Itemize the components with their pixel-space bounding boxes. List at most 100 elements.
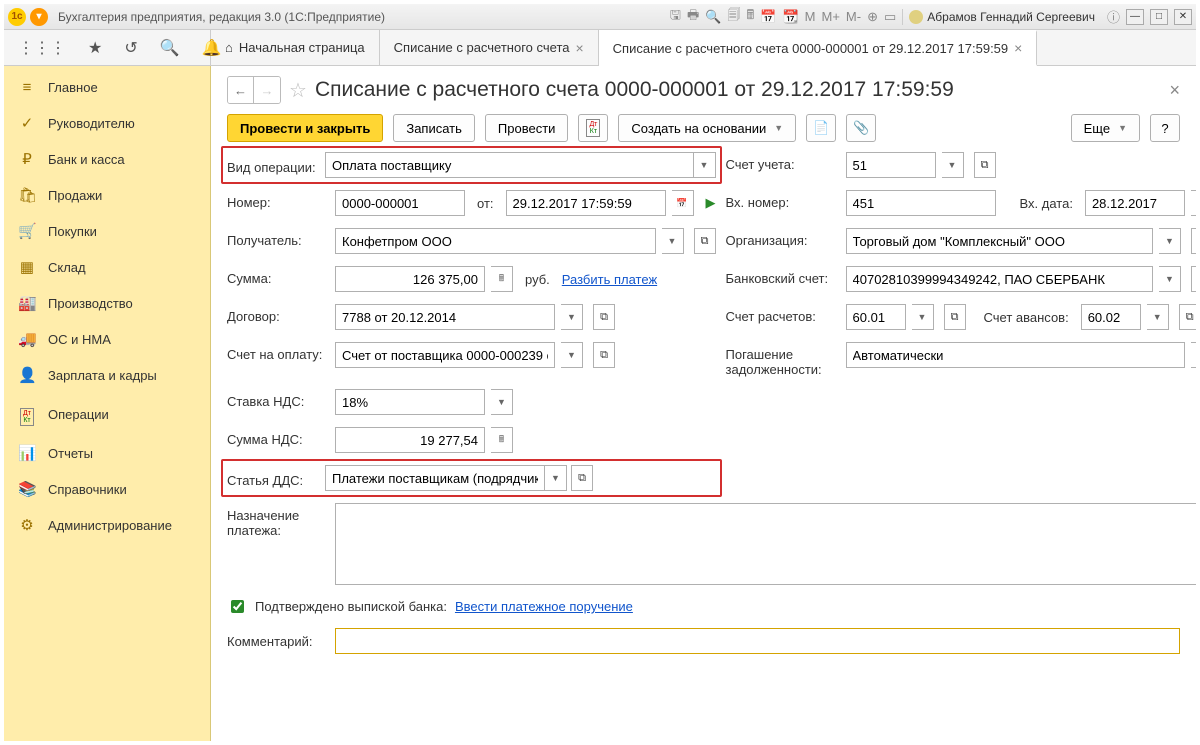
close-tab-icon[interactable]: × bbox=[1014, 40, 1022, 56]
calendar-button[interactable]: 📅 bbox=[672, 190, 694, 216]
sidebar-item-warehouse[interactable]: ▦Склад bbox=[4, 249, 210, 285]
recipient-dropdown[interactable]: ▼ bbox=[662, 228, 684, 254]
print-icon[interactable]: 🖶 bbox=[687, 6, 699, 28]
m-icon[interactable]: M bbox=[805, 9, 816, 24]
ext-date-input[interactable] bbox=[1085, 190, 1185, 216]
info-icon[interactable]: ⓘ bbox=[1107, 7, 1120, 26]
dtkt-button[interactable]: ДтКт bbox=[578, 114, 608, 142]
number-input[interactable] bbox=[335, 190, 465, 216]
post-button[interactable]: Провести bbox=[485, 114, 569, 142]
advance-dropdown[interactable]: ▼ bbox=[1147, 304, 1169, 330]
sidebar-item-operations[interactable]: ДтКтОперации bbox=[4, 393, 210, 435]
amount-calc[interactable]: 🖩 bbox=[491, 266, 513, 292]
date-icon[interactable]: 📆 bbox=[782, 9, 798, 25]
apps-icon[interactable]: ⋮⋮⋮ bbox=[18, 38, 66, 58]
account-open[interactable]: ⧉ bbox=[974, 152, 996, 178]
invoice-open[interactable]: ⧉ bbox=[593, 342, 615, 368]
ext-date-calendar[interactable]: 📅 bbox=[1191, 190, 1196, 216]
favorite-star-icon[interactable]: ☆ bbox=[289, 78, 307, 103]
ext-number-input[interactable] bbox=[846, 190, 996, 216]
dds-input[interactable] bbox=[325, 465, 545, 491]
sidebar-item-manager[interactable]: ✓Руководителю bbox=[4, 105, 210, 141]
account-input[interactable] bbox=[846, 152, 936, 178]
create-based-button[interactable]: Создать на основании▼ bbox=[618, 114, 796, 142]
dropdown-icon[interactable]: ▾ bbox=[30, 8, 48, 26]
sidebar-item-bank[interactable]: ₽Банк и касса bbox=[4, 141, 210, 177]
sidebar-item-catalogs[interactable]: 📚Справочники bbox=[4, 471, 210, 507]
sidebar-item-reports[interactable]: 📊Отчеты bbox=[4, 435, 210, 471]
save-button[interactable]: Записать bbox=[393, 114, 475, 142]
contract-input[interactable] bbox=[335, 304, 555, 330]
preview-icon[interactable]: 🔍 bbox=[705, 9, 721, 25]
sidebar-item-main[interactable]: ≡Главное bbox=[4, 70, 210, 105]
settlement-open[interactable]: ⧉ bbox=[944, 304, 966, 330]
tab-doc-list[interactable]: Списание с расчетного счета × bbox=[380, 30, 599, 65]
m-plus-icon[interactable]: M+ bbox=[821, 9, 839, 24]
contract-dropdown[interactable]: ▼ bbox=[561, 304, 583, 330]
vat-rate-dropdown[interactable]: ▼ bbox=[491, 389, 513, 415]
tab-home[interactable]: ⌂ Начальная страница bbox=[211, 30, 380, 65]
nav-forward-button[interactable]: → bbox=[254, 77, 280, 103]
purpose-textarea[interactable] bbox=[335, 503, 1196, 585]
settlement-input[interactable] bbox=[846, 304, 906, 330]
organization-open[interactable]: ⧉ bbox=[1191, 228, 1196, 254]
m-minus-icon[interactable]: M- bbox=[846, 9, 861, 24]
organization-input[interactable] bbox=[846, 228, 1153, 254]
save-icon[interactable]: 🖫 bbox=[670, 6, 681, 28]
sidebar-item-payroll[interactable]: 👤Зарплата и кадры bbox=[4, 357, 210, 393]
vat-sum-input[interactable] bbox=[335, 427, 485, 453]
minimize-button[interactable]: — bbox=[1126, 9, 1144, 25]
date-input[interactable] bbox=[506, 190, 666, 216]
zoom-icon[interactable]: ⊕ bbox=[867, 9, 878, 25]
comment-input[interactable] bbox=[336, 629, 1179, 653]
compare-icon[interactable]: 🗐 bbox=[727, 6, 740, 28]
star-icon[interactable]: ★ bbox=[88, 38, 102, 58]
organization-dropdown[interactable]: ▼ bbox=[1159, 228, 1181, 254]
advance-open[interactable]: ⧉ bbox=[1179, 304, 1196, 330]
sidebar-item-assets[interactable]: 🚚ОС и НМА bbox=[4, 321, 210, 357]
contract-open[interactable]: ⧉ bbox=[593, 304, 615, 330]
dds-open[interactable]: ⧉ bbox=[571, 465, 593, 491]
debt-dropdown[interactable]: ▼ bbox=[1191, 342, 1196, 368]
enter-order-link[interactable]: Ввести платежное поручение bbox=[455, 599, 633, 614]
nav-back-button[interactable]: ← bbox=[228, 77, 254, 103]
maximize-button[interactable]: □ bbox=[1150, 9, 1168, 25]
history-icon[interactable]: ↺ bbox=[124, 38, 137, 58]
close-button[interactable]: ✕ bbox=[1174, 9, 1192, 25]
user-chip[interactable]: Абрамов Геннадий Сергеевич bbox=[902, 9, 1101, 25]
dds-dropdown[interactable]: ▼ bbox=[545, 465, 567, 491]
recipient-input[interactable] bbox=[335, 228, 656, 254]
invoice-dropdown[interactable]: ▼ bbox=[561, 342, 583, 368]
vat-rate-input[interactable] bbox=[335, 389, 485, 415]
page-close-button[interactable]: × bbox=[1169, 80, 1180, 101]
sidebar-item-production[interactable]: 🏭Производство bbox=[4, 285, 210, 321]
op-type-input[interactable] bbox=[325, 152, 694, 178]
confirmed-checkbox[interactable] bbox=[231, 600, 244, 613]
help-button[interactable]: ? bbox=[1150, 114, 1180, 142]
sidebar-item-admin[interactable]: ⚙Администрирование bbox=[4, 507, 210, 543]
vat-sum-calc[interactable]: 🖩 bbox=[491, 427, 513, 453]
split-payment-link[interactable]: Разбить платеж bbox=[562, 272, 657, 287]
print-form-button[interactable]: 📄 bbox=[806, 114, 836, 142]
window-icon[interactable]: ▭ bbox=[884, 9, 896, 25]
close-tab-icon[interactable]: × bbox=[575, 40, 583, 56]
bank-account-open[interactable]: ⧉ bbox=[1191, 266, 1196, 292]
account-dropdown[interactable]: ▼ bbox=[942, 152, 964, 178]
tab-doc-active[interactable]: Списание с расчетного счета 0000-000001 … bbox=[599, 30, 1038, 66]
bank-account-input[interactable] bbox=[846, 266, 1153, 292]
calc-icon[interactable]: 🖩 bbox=[746, 6, 754, 28]
invoice-input[interactable] bbox=[335, 342, 555, 368]
recipient-open[interactable]: ⧉ bbox=[694, 228, 716, 254]
calendar-icon[interactable]: 📅 bbox=[760, 9, 776, 25]
amount-input[interactable] bbox=[335, 266, 485, 292]
sidebar-item-sales[interactable]: 🛍Продажи bbox=[4, 177, 210, 213]
bank-account-dropdown[interactable]: ▼ bbox=[1159, 266, 1181, 292]
debt-input[interactable] bbox=[846, 342, 1185, 368]
sidebar-item-purchases[interactable]: 🛒Покупки bbox=[4, 213, 210, 249]
op-type-dropdown[interactable]: ▼ bbox=[694, 152, 716, 178]
attach-button[interactable]: 📎 bbox=[846, 114, 876, 142]
more-button[interactable]: Еще▼ bbox=[1071, 114, 1140, 142]
post-and-close-button[interactable]: Провести и закрыть bbox=[227, 114, 383, 142]
advance-input[interactable] bbox=[1081, 304, 1141, 330]
search-icon[interactable]: 🔍 bbox=[160, 38, 180, 58]
